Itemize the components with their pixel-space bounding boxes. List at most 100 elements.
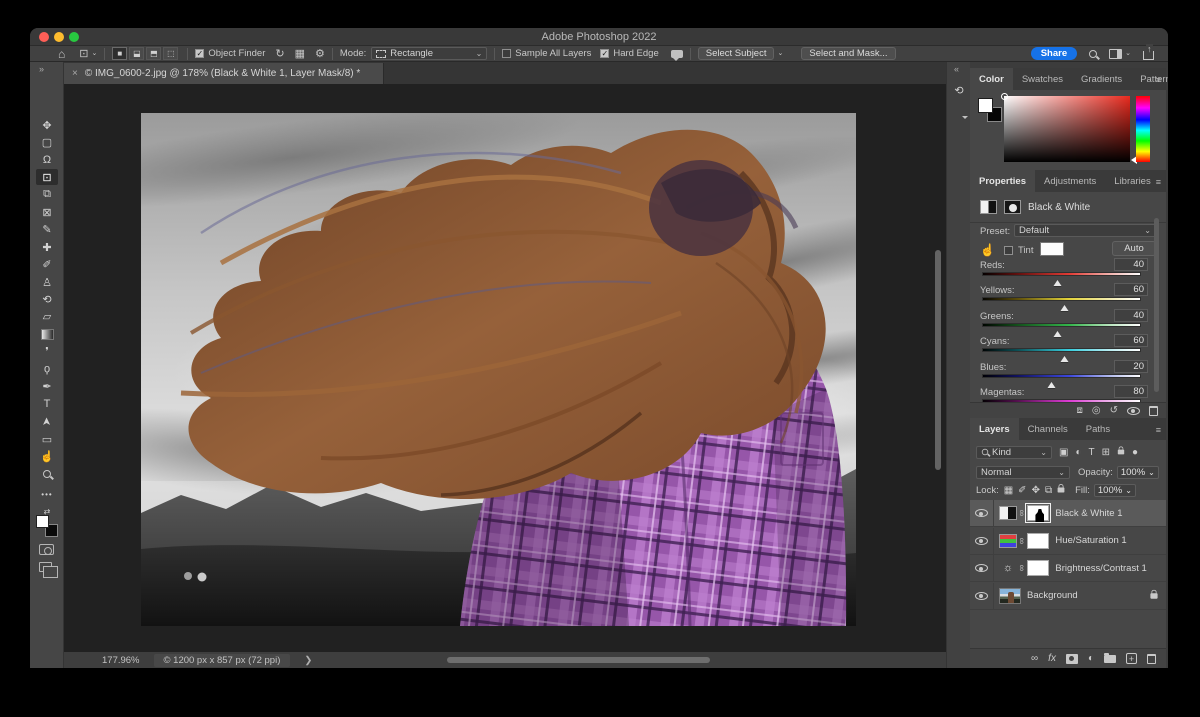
foreground-color-swatch[interactable] bbox=[36, 515, 49, 528]
properties-scrollbar[interactable] bbox=[1154, 218, 1159, 392]
hard-edge-checkbox[interactable]: ✓ bbox=[600, 49, 609, 58]
tab-paths[interactable]: Paths bbox=[1077, 418, 1119, 440]
yellows-value[interactable]: 60 bbox=[1114, 283, 1148, 296]
properties-panel-menu-icon[interactable]: ≡ bbox=[1156, 177, 1161, 187]
select-subject-chevron-icon[interactable]: ⌄ bbox=[777, 47, 783, 60]
comments-panel-icon[interactable] bbox=[952, 108, 966, 120]
reds-slider[interactable] bbox=[982, 272, 1141, 276]
lock-transparent-icon[interactable]: ▦ bbox=[1004, 485, 1013, 496]
tint-color-swatch[interactable] bbox=[1040, 242, 1064, 256]
layer-effects-icon[interactable]: fx bbox=[1048, 653, 1056, 664]
screen-mode-icon[interactable] bbox=[39, 562, 52, 572]
layer-mask-thumbnail[interactable] bbox=[1027, 560, 1049, 576]
lock-paint-icon[interactable]: ✐ bbox=[1018, 485, 1026, 496]
filter-toggle-icon[interactable]: ● bbox=[1132, 447, 1138, 458]
tab-swatches[interactable]: Swatches bbox=[1013, 68, 1072, 90]
brush-tool-icon[interactable]: ✐ bbox=[36, 257, 58, 273]
layer-mask-icon[interactable] bbox=[1004, 200, 1021, 214]
cyans-slider-thumb[interactable] bbox=[1060, 352, 1068, 362]
layers-panel-menu-icon[interactable]: ≡ bbox=[1156, 425, 1161, 435]
vertical-scrollbar[interactable] bbox=[935, 250, 941, 470]
reds-value[interactable]: 40 bbox=[1114, 258, 1148, 271]
marquee-tool-icon[interactable]: ▢ bbox=[36, 134, 58, 150]
auto-button[interactable]: Auto bbox=[1112, 241, 1156, 256]
visibility-column[interactable] bbox=[970, 583, 994, 609]
expand-dock-icon[interactable]: « bbox=[954, 64, 959, 74]
layer-mask-thumbnail[interactable] bbox=[1027, 505, 1049, 521]
sample-all-layers-checkbox[interactable] bbox=[502, 49, 511, 58]
add-mask-icon[interactable] bbox=[1066, 654, 1078, 664]
canvas-area[interactable] bbox=[64, 84, 946, 652]
crop-tool-icon[interactable]: ⧉ bbox=[36, 187, 58, 203]
blues-slider-thumb[interactable] bbox=[1048, 378, 1056, 388]
history-brush-tool-icon[interactable]: ⟲ bbox=[36, 292, 58, 308]
filter-image-icon[interactable]: ▣ bbox=[1059, 447, 1068, 458]
greens-slider-thumb[interactable] bbox=[1054, 327, 1062, 337]
object-finder-checkbox[interactable]: ✓ bbox=[195, 49, 204, 58]
lock-move-icon[interactable]: ✥ bbox=[1032, 485, 1040, 496]
status-chevron-icon[interactable]: ❯ bbox=[304, 655, 312, 666]
eye-icon[interactable] bbox=[975, 592, 988, 600]
pen-tool-icon[interactable]: ✒ bbox=[36, 379, 58, 395]
layer-row-black-white-1[interactable]: ∞Black & White 1 bbox=[970, 500, 1166, 527]
new-group-icon[interactable] bbox=[1104, 655, 1116, 663]
document-info[interactable]: © 1200 px x 857 px (72 ppi) bbox=[154, 654, 291, 667]
healing-brush-tool-icon[interactable]: ✚ bbox=[36, 239, 58, 255]
clip-to-layer-icon[interactable]: ⧈ bbox=[1077, 405, 1083, 416]
filter-shape-icon[interactable]: ⊞ bbox=[1102, 447, 1110, 458]
edit-toolbar-icon[interactable]: ••• bbox=[36, 486, 58, 502]
visibility-column[interactable] bbox=[970, 528, 994, 554]
layer-name[interactable]: Background bbox=[1027, 590, 1078, 601]
yellows-slider-thumb[interactable] bbox=[1060, 301, 1068, 311]
eye-icon[interactable] bbox=[975, 564, 988, 572]
visibility-column[interactable] bbox=[970, 500, 994, 526]
subtract-selection-button[interactable]: ⬒ bbox=[146, 47, 161, 60]
quick-mask-icon[interactable] bbox=[39, 544, 54, 555]
kind-filter-select[interactable]: Kind ⌄ bbox=[976, 446, 1052, 459]
cyans-slider[interactable] bbox=[982, 348, 1141, 352]
filter-smart-object-icon[interactable] bbox=[1117, 447, 1125, 458]
path-selection-tool-icon[interactable]: ➤ bbox=[36, 414, 58, 430]
select-and-mask-button[interactable]: Select and Mask... bbox=[801, 47, 895, 60]
foreground-background-swatches[interactable] bbox=[36, 515, 58, 537]
layer-row-hue-saturation-1[interactable]: ∞Hue/Saturation 1 bbox=[970, 528, 1166, 555]
color-field-marker[interactable] bbox=[1001, 93, 1008, 100]
tab-gradients[interactable]: Gradients bbox=[1072, 68, 1131, 90]
cyans-value[interactable]: 60 bbox=[1114, 334, 1148, 347]
export-icon[interactable] bbox=[1143, 47, 1154, 60]
select-subject-button[interactable]: Select Subject bbox=[698, 47, 775, 60]
dodge-tool-icon[interactable]: ϙ bbox=[36, 361, 58, 377]
tab-color[interactable]: Color bbox=[970, 68, 1013, 90]
blues-value[interactable]: 20 bbox=[1114, 360, 1148, 373]
zoom-tool-icon[interactable] bbox=[36, 466, 58, 482]
mode-select[interactable]: Rectangle ⌄ bbox=[371, 47, 487, 60]
filter-type-icon[interactable]: T bbox=[1089, 447, 1095, 458]
color-panel-swatches[interactable] bbox=[978, 98, 1002, 122]
toggle-visibility-icon[interactable] bbox=[1127, 407, 1140, 415]
color-field[interactable] bbox=[1004, 96, 1130, 162]
hue-slider[interactable] bbox=[1136, 96, 1150, 162]
add-selection-button[interactable]: ⬓ bbox=[129, 47, 144, 60]
hand-tool-icon[interactable]: ☝ bbox=[36, 449, 58, 465]
delete-layer-icon[interactable] bbox=[1147, 654, 1156, 664]
horizontal-scrollbar[interactable] bbox=[447, 657, 710, 663]
mask-link-icon[interactable]: ∞ bbox=[1017, 565, 1027, 571]
object-selection-tool-icon[interactable]: ⊡ bbox=[36, 169, 58, 185]
history-panel-icon[interactable]: ⟲ bbox=[952, 84, 966, 96]
shape-tool-icon[interactable]: ▭ bbox=[36, 431, 58, 447]
tool-preset-icon[interactable]: ⊡ bbox=[79, 47, 88, 60]
blur-tool-icon[interactable]: ❜ bbox=[36, 344, 58, 360]
layer-mask-thumbnail[interactable] bbox=[1027, 533, 1049, 549]
layer-row-background[interactable]: Background bbox=[970, 583, 1166, 610]
tool-preset-chevron-icon[interactable]: ⌄ bbox=[91, 47, 97, 60]
delete-adjustment-icon[interactable] bbox=[1149, 406, 1158, 416]
workspace-chevron-icon[interactable]: ⌄ bbox=[1125, 47, 1131, 60]
lock-artboard-icon[interactable]: ⧉ bbox=[1045, 485, 1052, 496]
fill-value[interactable]: 100% ⌄ bbox=[1094, 484, 1136, 497]
mask-link-icon[interactable]: ∞ bbox=[1017, 537, 1027, 543]
tab-layers[interactable]: Layers bbox=[970, 418, 1019, 440]
gradient-tool-icon[interactable] bbox=[36, 326, 58, 342]
previous-state-icon[interactable]: ◎ bbox=[1092, 405, 1101, 416]
tab-patterns[interactable]: Patterns bbox=[1131, 68, 1168, 90]
intersect-selection-button[interactable]: ⬚ bbox=[163, 47, 178, 60]
